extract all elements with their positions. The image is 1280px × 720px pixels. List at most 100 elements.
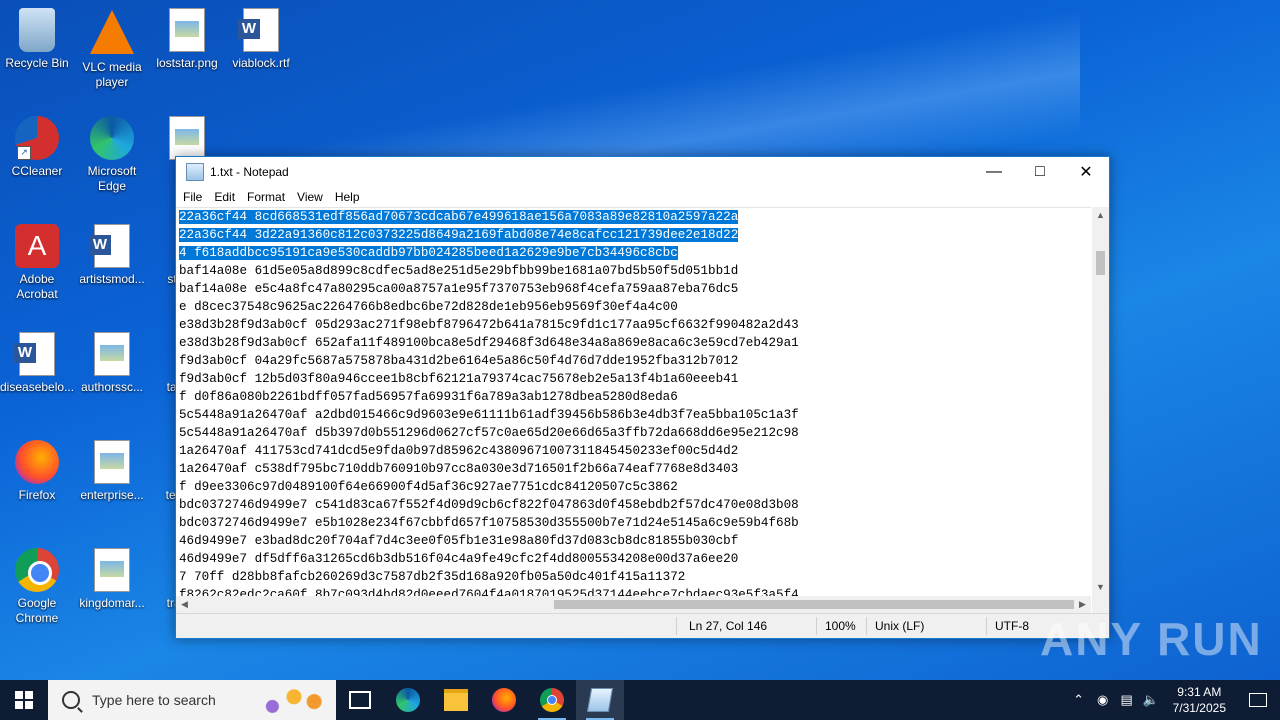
desktop-icon-kingdomar[interactable]: kingdomar... [75, 548, 149, 611]
network-icon[interactable]: ▤ [1115, 692, 1139, 708]
text-line-content: 1a26470af c538df795bc710ddb760910b97cc8a… [179, 462, 739, 476]
status-separator [676, 617, 677, 635]
menu-edit[interactable]: Edit [209, 190, 240, 204]
desktop-icon-authorssc[interactable]: authorssc... [75, 332, 149, 395]
text-line-content: e d8cec37548c9625ac2264766b8edbc6be72d82… [179, 300, 678, 314]
status-separator [986, 617, 987, 635]
text-line-content: f9d3ab0cf 12b5d03f80a946ccee1b8cbf62121a… [179, 372, 739, 386]
text-line: bdc0372746d9499e7 c541d83ca67f552f4d09d9… [179, 496, 1091, 514]
desktop-icon-adobe-acrobat[interactable]: A Adobe Acrobat [0, 224, 74, 302]
taskbar-firefox[interactable] [480, 680, 528, 720]
text-line: e d8cec37548c9625ac2264766b8edbc6be72d82… [179, 298, 1091, 316]
taskbar-notepad[interactable] [576, 680, 624, 720]
desktop-icon-label: enterprise... [80, 488, 144, 502]
scroll-up-icon[interactable]: ▲ [1092, 207, 1109, 224]
task-view-button[interactable] [336, 680, 384, 720]
text-line-content: bdc0372746d9499e7 e5b1028e234f67cbbfd657… [179, 516, 799, 530]
desktop-icon-label: Recycle Bin [5, 56, 69, 70]
text-line: 46d9499e7 df5dff6a31265cd6b3db516f04c4a9… [179, 550, 1091, 568]
title-bar[interactable]: 1.txt - Notepad — □ ✕ [176, 157, 1109, 187]
shortcut-arrow-icon: ↗ [17, 146, 31, 160]
desktop-icon-label: viablock.rtf [232, 56, 290, 70]
desktop-icon-label: Adobe Acrobat [16, 272, 58, 301]
text-line: e38d3b28f9d3ab0cf 05d293ac271f98ebf87964… [179, 316, 1091, 334]
taskbar-chrome[interactable] [528, 680, 576, 720]
scroll-right-icon[interactable]: ▶ [1074, 596, 1091, 613]
horizontal-scroll-thumb[interactable] [554, 600, 1074, 609]
recycle-bin-icon [19, 8, 55, 52]
notification-button[interactable] [1236, 680, 1280, 720]
menu-view[interactable]: View [292, 190, 328, 204]
desktop-icon-label: loststar.png [156, 56, 218, 70]
scroll-down-icon[interactable]: ▼ [1092, 579, 1109, 596]
edge-icon [90, 116, 134, 160]
word-document-icon [238, 8, 279, 52]
text-line: f9d3ab0cf 12b5d03f80a946ccee1b8cbf62121a… [179, 370, 1091, 388]
desktop-icon-label: Firefox [18, 488, 56, 502]
folder-icon [444, 689, 468, 711]
desktop-icon-microsoft-edge[interactable]: Microsoft Edge [75, 116, 149, 194]
volume-icon[interactable]: 🔈 [1139, 692, 1163, 708]
clock[interactable]: 9:31 AM 7/31/2025 [1163, 684, 1236, 716]
desktop-icon-label: Microsoft Edge [87, 164, 137, 193]
vertical-scrollbar[interactable]: ▲ ▼ [1092, 207, 1109, 596]
maximize-button[interactable]: □ [1017, 157, 1063, 187]
desktop-icon-ccleaner[interactable]: ↗ CCleaner [0, 116, 74, 179]
text-line: f d0f86a080b2261bdff057fad56957fa69931f6… [179, 388, 1091, 406]
text-line: 46d9499e7 e3bad8dc20f704af7d4c3ee0f05fb1… [179, 532, 1091, 550]
firefox-icon [15, 440, 59, 484]
desktop-icon-label: authorssc... [80, 380, 144, 394]
text-line: baf14a08e e5c4a8fc47a80295ca00a8757a1e95… [179, 280, 1091, 298]
taskbar-edge[interactable] [384, 680, 432, 720]
status-bar: Ln 27, Col 146 100% Unix (LF) UTF-8 [176, 613, 1109, 638]
desktop-icon-loststar[interactable]: loststar.png [150, 8, 224, 71]
menu-help[interactable]: Help [330, 190, 365, 204]
menu-file[interactable]: File [178, 190, 207, 204]
search-highlight-flowers-icon [258, 684, 330, 716]
menu-format[interactable]: Format [242, 190, 290, 204]
desktop-icon-vlc[interactable]: VLC media player [75, 8, 149, 90]
start-button[interactable] [0, 680, 48, 720]
taskbar-search-box[interactable]: Type here to search [48, 680, 336, 720]
horizontal-scrollbar[interactable]: ◀ ▶ [176, 596, 1091, 613]
zoom-level: 100% [825, 619, 856, 633]
text-line: f d9ee3306c97d0489100f64e66900f4d5af36c9… [179, 478, 1091, 496]
device-icon[interactable]: ◉ [1091, 692, 1115, 708]
text-line: 1a26470af 411753cd741dcd5e9fda0b97d85962… [179, 442, 1091, 460]
search-icon [62, 691, 80, 709]
notepad-icon [586, 688, 614, 712]
notepad-window[interactable]: 1.txt - Notepad — □ ✕ File Edit Format V… [175, 156, 1110, 639]
image-file-icon [94, 440, 130, 484]
text-line: bdc0372746d9499e7 e5b1028e234f67cbbfd657… [179, 514, 1091, 532]
text-line-content: 1a26470af 411753cd741dcd5e9fda0b97d85962… [179, 444, 739, 458]
text-line-content: baf14a08e e5c4a8fc47a80295ca00a8757a1e95… [179, 282, 739, 296]
notepad-icon [186, 163, 204, 181]
chevron-up-icon[interactable]: ⌃ [1067, 692, 1091, 708]
cursor-position: Ln 27, Col 146 [689, 619, 768, 633]
desktop-icon-diseasebelo[interactable]: diseasebelo... [0, 332, 74, 395]
text-line: 7 70ff d28bb8fafcb260269d3c7587db2f35d16… [179, 568, 1091, 586]
scroll-left-icon[interactable]: ◀ [176, 596, 193, 613]
close-button[interactable]: ✕ [1063, 157, 1109, 187]
taskbar: Type here to search ⌃ ◉ ▤ 🔈 9:31 AM 7/31… [0, 680, 1280, 720]
vertical-scroll-thumb[interactable] [1096, 251, 1105, 275]
text-editor[interactable]: 22a36cf44 8cd668531edf856ad70673cdcab67e… [176, 207, 1091, 597]
edge-icon [396, 688, 420, 712]
desktop-icon-viablock[interactable]: viablock.rtf [224, 8, 298, 71]
desktop-icon-recycle-bin[interactable]: Recycle Bin [0, 8, 74, 71]
desktop-icon-label: diseasebelo... [0, 380, 75, 394]
text-line: 4 f618addbcc95191ca9e530caddb97bb024285b… [179, 244, 1091, 262]
desktop-icon-artistsmod[interactable]: artistsmod... [75, 224, 149, 287]
firefox-icon [492, 688, 516, 712]
text-line-content: f d0f86a080b2261bdff057fad56957fa69931f6… [179, 390, 678, 404]
word-document-icon [89, 224, 130, 268]
anyrun-watermark: ANY RUN [1040, 613, 1263, 665]
text-line-content: baf14a08e 61d5e05a8d899c8cdfec5ad8e251d5… [179, 264, 739, 278]
desktop-icon-firefox[interactable]: Firefox [0, 440, 74, 503]
desktop-icon-enterprise[interactable]: enterprise... [75, 440, 149, 503]
minimize-button[interactable]: — [971, 157, 1017, 187]
text-line: 22a36cf44 3d22a91360c812c0373225d8649a21… [179, 226, 1091, 244]
desktop-icon-google-chrome[interactable]: Google Chrome [0, 548, 74, 626]
status-separator [816, 617, 817, 635]
taskbar-file-explorer[interactable] [432, 680, 480, 720]
